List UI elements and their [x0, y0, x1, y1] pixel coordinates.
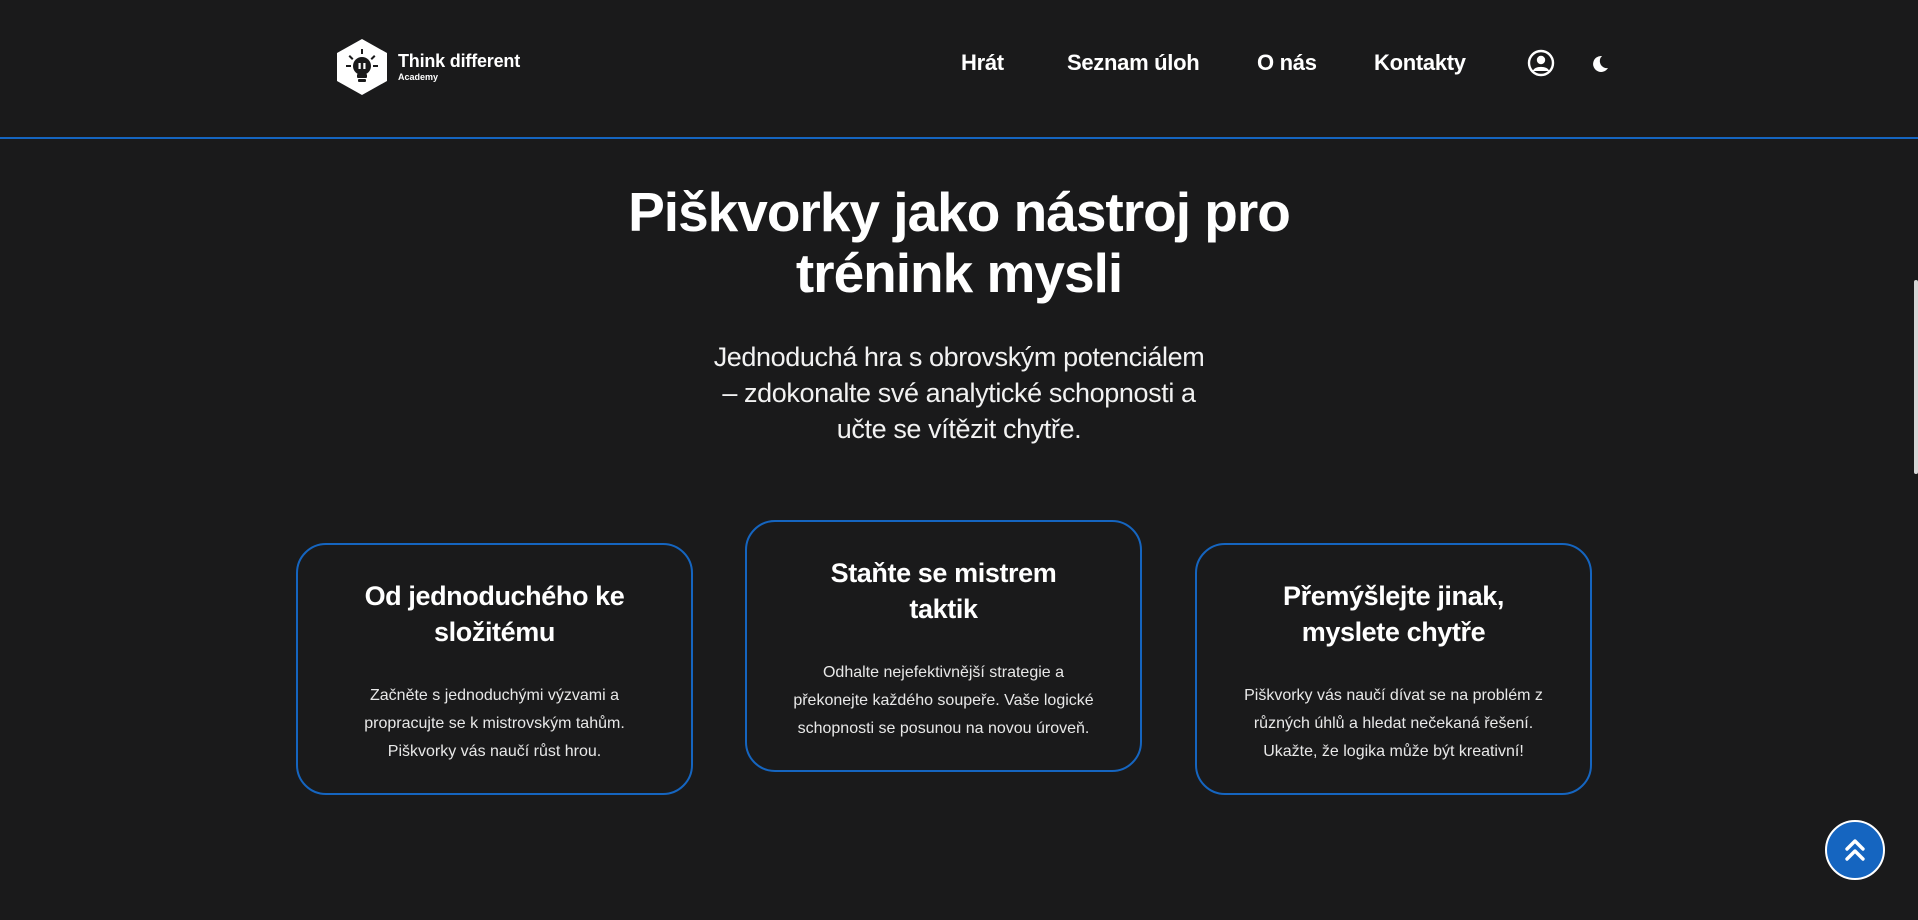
page-subtitle-line-2: – zdokonalte své analytické schopnosti a [722, 378, 1196, 408]
card-title: Staňte se mistrem taktik [767, 555, 1120, 627]
feature-card-simple-to-complex: Od jednoduchého ke složitému Začněte s j… [296, 543, 693, 795]
page-subtitle-line-1: Jednoduchá hra s obrovským potenciálem [713, 342, 1205, 372]
brand-name: Think different [398, 51, 520, 71]
page-subtitle-line-3: učte se vítězit chytře. [836, 414, 1082, 444]
nav-item-seznam-uloh[interactable]: Seznam úloh [1067, 50, 1200, 76]
brand-logo[interactable]: Think different Academy [336, 38, 520, 96]
page-scrollbar[interactable] [1914, 280, 1918, 474]
site-header: Think different Academy Hrát Seznam úloh… [0, 0, 1918, 139]
feature-card-tactics-master: Staňte se mistrem taktik Odhalte nejefek… [745, 520, 1142, 772]
brand-subtitle: Academy [398, 72, 439, 82]
card-text: Odhalte nejefektivnější strategie a přek… [777, 659, 1110, 743]
card-text-line-2: překonejte každého soupeře. Vaše logické [793, 692, 1094, 709]
card-title-line-1: Od jednoduchého ke [364, 581, 625, 611]
card-text: Začněte s jednoduchými výzvami a proprac… [338, 682, 651, 766]
card-title: Přemýšlejte jinak, myslete chytře [1217, 578, 1570, 650]
moon-icon[interactable] [1590, 54, 1610, 74]
double-chevron-up-icon [1845, 839, 1865, 861]
card-text-line-3: Piškvorky vás naučí růst hrou. [387, 743, 602, 760]
card-text-line-1: Piškvorky vás naučí dívat se na problém … [1244, 687, 1543, 704]
card-text-line-1: Odhalte nejefektivnější strategie a [822, 664, 1065, 681]
page-title-line-2: trénink mysli [795, 242, 1123, 304]
card-text-line-1: Začněte s jednoduchými výzvami a [370, 687, 619, 704]
back-to-top-button[interactable] [1825, 820, 1885, 880]
page-subtitle: Jednoduchá hra s obrovským potenciálem –… [0, 339, 1918, 447]
card-title-line-2: složitému [434, 617, 555, 647]
card-title: Od jednoduchého ke složitému [318, 578, 671, 650]
nav-item-kontakty[interactable]: Kontakty [1374, 50, 1466, 76]
feature-card-think-differently: Přemýšlejte jinak, myslete chytře Piškvo… [1195, 543, 1592, 795]
card-text-line-2: propracujte se k mistrovským tahům. [364, 715, 625, 732]
page: Think different Academy Hrát Seznam úloh… [0, 0, 1918, 920]
card-text-line-3: schopnosti se posunou na novou úroveň. [797, 720, 1090, 737]
card-title-line-2: myslete chytře [1301, 617, 1486, 647]
nav-item-hrat[interactable]: Hrát [961, 50, 1004, 76]
card-title-line-2: taktik [909, 594, 978, 624]
card-text-line-3: Ukažte, že logika může být kreativní! [1263, 743, 1524, 760]
nav-item-o-nas[interactable]: O nás [1257, 50, 1317, 76]
card-text: Piškvorky vás naučí dívat se na problém … [1227, 682, 1560, 766]
page-title-line-1: Piškvorky jako nástroj pro [628, 181, 1291, 243]
page-title: Piškvorky jako nástroj pro trénink mysli [0, 182, 1918, 304]
card-title-line-1: Staňte se mistrem [830, 558, 1057, 588]
lightbulb-badge-icon [337, 39, 387, 95]
brand-text: Think different Academy [398, 52, 520, 82]
user-circle-icon[interactable] [1527, 49, 1555, 77]
card-text-line-2: různých úhlů a hledat nečekaná řešení. [1253, 715, 1534, 732]
card-title-line-1: Přemýšlejte jinak, [1283, 581, 1504, 611]
